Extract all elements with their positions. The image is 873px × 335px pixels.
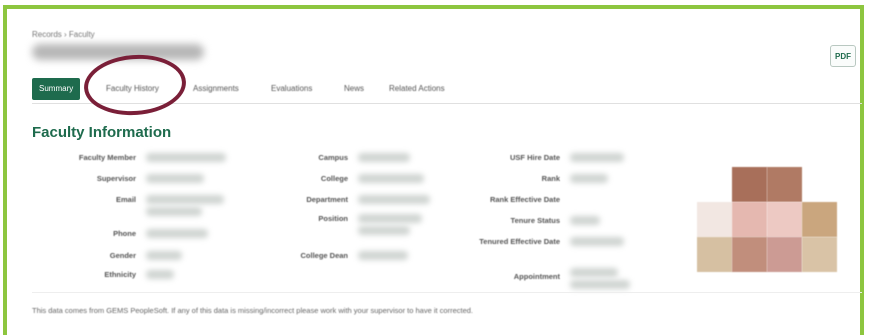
label-college: College — [320, 174, 348, 183]
tab-news[interactable]: News — [344, 78, 364, 100]
photo-tile — [802, 202, 837, 237]
value-college — [358, 174, 424, 183]
label-position: Position — [318, 214, 348, 223]
label-phone: Phone — [113, 229, 136, 238]
value-position-line2 — [358, 226, 410, 235]
label-college-dean: College Dean — [300, 251, 348, 260]
label-gender: Gender — [109, 251, 136, 260]
photo-tile — [732, 202, 767, 237]
photo-tile — [767, 167, 802, 202]
tab-assignments[interactable]: Assignments — [193, 78, 239, 100]
value-department — [358, 195, 430, 204]
value-gender — [146, 251, 182, 260]
photo-tile — [732, 237, 767, 272]
value-college-dean — [358, 251, 408, 260]
label-campus: Campus — [318, 153, 348, 162]
value-appointment — [570, 268, 618, 277]
value-tenure-status — [570, 216, 600, 225]
label-department: Department — [306, 195, 348, 204]
pdf-icon: PDF — [835, 51, 851, 61]
section-title: Faculty Information — [32, 124, 172, 141]
value-email-line2 — [146, 207, 202, 216]
value-rank — [570, 174, 608, 183]
value-faculty-member — [146, 153, 226, 162]
label-tenured-effective-date: Tenured Effective Date — [479, 237, 560, 246]
value-ethnicity — [146, 270, 174, 279]
footer-divider — [32, 292, 862, 293]
photo-tile — [767, 237, 802, 272]
value-supervisor — [146, 174, 204, 183]
photo-tile — [697, 202, 732, 237]
value-campus — [358, 153, 410, 162]
value-appointment-line2 — [570, 280, 630, 289]
label-usf-hire-date: USF Hire Date — [509, 153, 560, 162]
label-supervisor: Supervisor — [96, 174, 136, 183]
tab-related-actions[interactable]: Related Actions — [389, 78, 445, 100]
value-position — [358, 214, 422, 223]
export-pdf-button[interactable]: PDF — [830, 45, 856, 67]
label-tenure-status: Tenure Status — [510, 216, 560, 225]
tab-summary[interactable]: Summary — [32, 78, 81, 100]
label-appointment: Appointment — [513, 272, 560, 281]
value-tenured-effective-date — [570, 237, 624, 246]
photo-tile — [802, 237, 837, 272]
label-rank-effective-date: Rank Effective Date — [489, 195, 560, 204]
label-rank: Rank — [541, 174, 560, 183]
value-email — [146, 195, 224, 204]
label-ethnicity: Ethnicity — [104, 270, 136, 279]
value-phone — [146, 229, 208, 238]
breadcrumb[interactable]: Records › Faculty — [32, 30, 95, 39]
value-usf-hire-date — [570, 153, 624, 162]
faculty-photo-pixelated — [697, 167, 837, 274]
tab-evaluations[interactable]: Evaluations — [271, 78, 312, 100]
label-faculty-member: Faculty Member — [78, 153, 136, 162]
photo-tile — [732, 167, 767, 202]
photo-tile — [697, 237, 732, 272]
label-email: Email — [115, 195, 136, 204]
photo-tile — [767, 202, 802, 237]
data-source-note: This data comes from GEMS PeopleSoft. If… — [32, 306, 474, 315]
